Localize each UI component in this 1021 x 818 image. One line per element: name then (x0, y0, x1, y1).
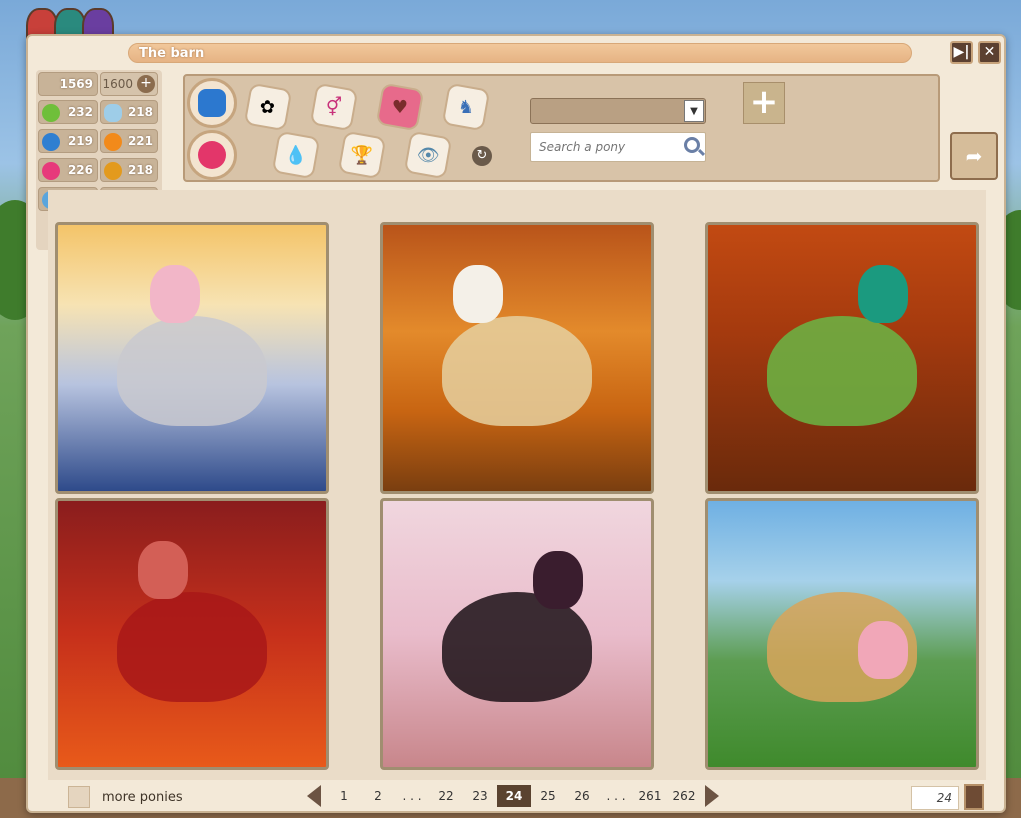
stat-paw: 219 (38, 129, 98, 153)
page-link[interactable]: 25 (531, 785, 565, 807)
currency-value: 1569 (59, 77, 93, 91)
pony-card[interactable] (380, 222, 654, 494)
pony-card[interactable] (705, 498, 979, 770)
filter-gender[interactable]: ⚥ (309, 82, 359, 132)
pony-image (442, 316, 592, 427)
pawprint-icon (104, 162, 122, 180)
add-currency-icon[interactable]: + (137, 75, 155, 93)
currency-max-stat: 1600 + (100, 72, 158, 96)
refresh-icon[interactable]: ↻ (472, 146, 492, 166)
stat-value: 226 (67, 163, 93, 177)
search-input[interactable] (531, 133, 681, 161)
pony-image (767, 316, 917, 427)
stat-value: 221 (127, 134, 153, 148)
move-pony-button[interactable]: ➦ (950, 132, 998, 180)
page-link[interactable]: 22 (429, 785, 463, 807)
eye-drop-icon: 👁 (416, 144, 440, 166)
barn-window: The barn ▶| ✕ 1569 1600 + 232 218 219 22… (26, 34, 1006, 813)
currency-max-value: 1600 (102, 77, 133, 91)
pony-head (453, 265, 503, 323)
filter-unicorn[interactable]: 💧 (271, 130, 321, 180)
stat-heart: 226 (38, 158, 98, 182)
tab-folder[interactable] (187, 78, 237, 128)
close-button[interactable]: ✕ (978, 41, 1001, 64)
title-bar[interactable]: The barn (128, 43, 912, 63)
stat-pawprint: 218 (100, 158, 158, 182)
stat-value: 232 (67, 105, 93, 119)
pony-card[interactable] (55, 498, 329, 770)
pony-grid (48, 190, 986, 780)
filter-love[interactable]: ♥ (375, 82, 425, 132)
filter-toolbar: ✿ ⚥ ♥ ♞ 💧 🏆 👁 ↻ ▼ + (183, 74, 940, 182)
pony-head (138, 541, 188, 599)
pony-image (117, 592, 267, 703)
search-icon[interactable] (684, 137, 700, 153)
more-ponies-toggle[interactable]: more ponies (68, 786, 183, 808)
page-link[interactable]: 262 (667, 785, 701, 807)
next-page-icon[interactable] (705, 785, 719, 807)
pony-head (150, 265, 200, 323)
pony-arrow-icon: ➦ (965, 144, 983, 168)
skip-button[interactable]: ▶| (950, 41, 973, 64)
filter-trophy[interactable]: 🏆 (337, 130, 387, 180)
pony-card[interactable] (55, 222, 329, 494)
filter-eye[interactable]: 👁 (403, 130, 453, 180)
page-ellipsis: . . . (402, 789, 422, 803)
color-wheel-icon: ✿ (260, 96, 276, 118)
page-link[interactable]: 1 (327, 785, 361, 807)
page-link[interactable]: 23 (463, 785, 497, 807)
window-title: The barn (139, 46, 205, 61)
prev-page-icon[interactable] (307, 785, 321, 807)
stat-value: 218 (127, 163, 153, 177)
stat-value: 219 (67, 134, 93, 148)
stat-apple: 232 (38, 100, 98, 124)
paw-icon (42, 133, 60, 151)
page-current[interactable]: 24 (497, 785, 531, 807)
breed-dropdown[interactable]: ▼ (530, 98, 706, 124)
more-ponies-label: more ponies (102, 789, 183, 805)
heart-icon (42, 162, 60, 180)
stat-flame: 221 (100, 129, 158, 153)
search-box (530, 132, 706, 162)
chevron-down-icon[interactable]: ▼ (684, 100, 704, 122)
gender-icon: ⚥ (325, 96, 343, 118)
pony-head (858, 621, 908, 679)
go-page-button[interactable] (964, 784, 984, 810)
pony-head (533, 551, 583, 609)
pony-card[interactable] (705, 222, 979, 494)
page-link[interactable]: 26 (565, 785, 599, 807)
filter-colors[interactable]: ✿ (243, 82, 293, 132)
page-number-input[interactable]: 24 (911, 786, 959, 810)
pony-card[interactable] (380, 498, 654, 770)
page-ellipsis: . . . (606, 789, 626, 803)
pagination: 1 2 . . . 22 23 24 25 26 . . . 261 262 (307, 784, 719, 808)
pony-image (442, 592, 592, 703)
tab-favorites[interactable] (187, 130, 237, 180)
star-icon (198, 141, 226, 169)
page-link[interactable]: 261 (633, 785, 667, 807)
currency-stat: 1569 (38, 72, 98, 96)
folder-star-icon (198, 89, 226, 117)
pony-image (117, 316, 267, 427)
close-icon: ✕ (983, 44, 996, 60)
add-button[interactable]: + (743, 82, 785, 124)
heart-ring-icon: ♥ (391, 96, 409, 118)
stat-value: 218 (127, 105, 153, 119)
stat-cloud: 218 (100, 100, 158, 124)
more-ponies-checkbox[interactable] (68, 786, 90, 808)
flame-icon (104, 133, 122, 151)
page-link[interactable]: 2 (361, 785, 395, 807)
filter-pony-type[interactable]: ♞ (441, 82, 491, 132)
unicorn-drop-icon: 💧 (284, 144, 308, 166)
pony-head (858, 265, 908, 323)
pony-type-icon: ♞ (457, 96, 475, 118)
trophy-drop-icon: 🏆 (350, 144, 374, 166)
apple-icon (42, 104, 60, 122)
cloud-icon (104, 104, 122, 122)
